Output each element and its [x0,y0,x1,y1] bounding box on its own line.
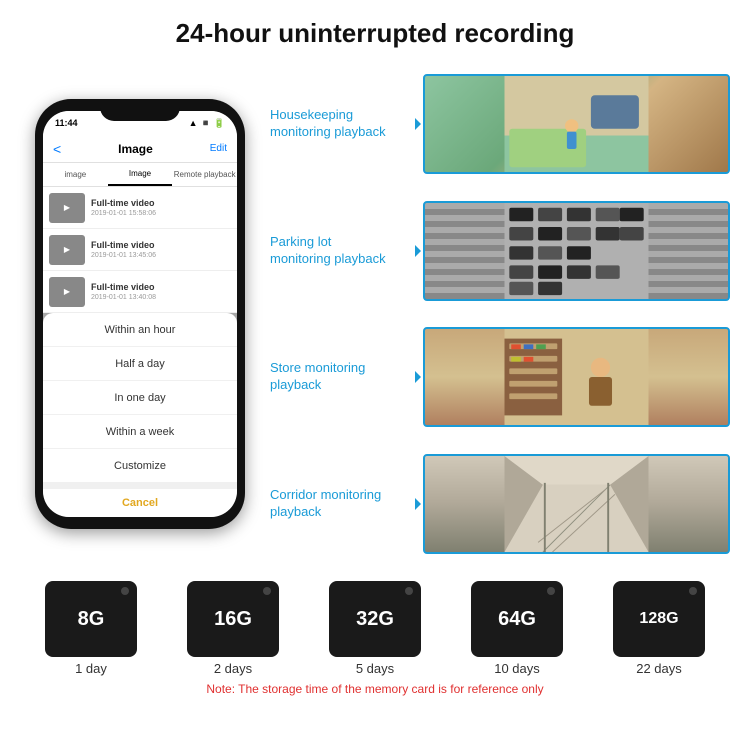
video-item-2[interactable]: Full-time video 2019-01-01 13:45:06 [43,229,237,271]
status-time: 11:44 [55,118,78,128]
video-info-3: Full-time video 2019-01-01 13:40:08 [91,282,231,301]
nav-title: Image [118,142,153,156]
sd-days-2: 2 days [214,661,252,676]
monitor-image-3 [423,327,730,427]
monitor-text-1: Housekeepingmonitoring playback [270,107,415,141]
corridor-svg [425,456,728,552]
dropdown-cancel[interactable]: Cancel [43,483,237,517]
tab-image-1[interactable]: image [43,163,108,186]
page-header: 24-hour uninterrupted recording [0,0,750,59]
monitor-text-3: Store monitoringplayback [270,360,415,394]
dropdown-item-4[interactable]: Within a week [43,415,237,449]
sd-card-size-2: 16G [214,608,252,631]
sd-card-size-5: 128G [639,610,678,628]
status-icons: ▲ ◾ 🔋 [189,118,225,129]
dropdown-overlay: Within an hour Half a day In one day Wit… [43,313,237,517]
tab-image-2[interactable]: Image [108,163,173,186]
sd-card-32g: 32G [329,581,421,657]
dropdown-item-3[interactable]: In one day [43,381,237,415]
video-date-1: 2019-01-01 15:58:06 [91,210,231,217]
video-date-3: 2019-01-01 13:40:08 [91,294,231,301]
sd-cards-row: 8G 1 day 16G 2 days 32G 5 days 64G 10 da… [20,581,730,676]
video-item-1[interactable]: Full-time video 2019-01-01 15:58:06 [43,187,237,229]
video-date-2: 2019-01-01 13:45:06 [91,252,231,259]
sd-card-64g: 64G [471,581,563,657]
monitor-row-3: Store monitoringplayback [270,322,730,432]
sd-card-size-3: 32G [356,608,394,631]
dropdown-menu: Within an hour Half a day In one day Wit… [43,313,237,517]
phone-section: 11:44 ▲ ◾ 🔋 < Image Edit image Image [20,59,260,569]
tab-remote-playback[interactable]: Remote playback [172,163,237,186]
monitor-text-4: Corridor monitoringplayback [270,487,415,521]
video-info-1: Full-time video 2019-01-01 15:58:06 [91,198,231,217]
parking-svg [425,203,728,299]
sd-card-128g: 128G [613,581,705,657]
dropdown-item-2[interactable]: Half a day [43,347,237,381]
monitor-text-2: Parking lotmonitoring playback [270,234,415,268]
monitor-label-4: Corridor monitoringplayback [270,487,415,521]
monitor-row-4: Corridor monitoringplayback [270,449,730,559]
sd-days-5: 22 days [636,661,682,676]
monitor-label-2: Parking lotmonitoring playback [270,234,415,268]
dropdown-item-1[interactable]: Within an hour [43,313,237,347]
video-title-3: Full-time video [91,282,231,292]
phone-device: 11:44 ▲ ◾ 🔋 < Image Edit image Image [35,99,245,529]
video-title-1: Full-time video [91,198,231,208]
sd-card-16g: 16G [187,581,279,657]
housekeeping-svg [425,76,728,172]
monitor-image-4 [423,454,730,554]
storage-note: Note: The storage time of the memory car… [20,682,730,696]
main-content: 11:44 ▲ ◾ 🔋 < Image Edit image Image [0,59,750,569]
sd-card-item-4: 64G 10 days [471,581,563,676]
video-thumb-2 [49,235,85,265]
page-title: 24-hour uninterrupted recording [20,18,730,49]
video-title-2: Full-time video [91,240,231,250]
sd-card-item-2: 16G 2 days [187,581,279,676]
store-svg [425,329,728,425]
sd-card-size-1: 8G [78,608,105,631]
monitor-row-2: Parking lotmonitoring playback [270,196,730,306]
dropdown-item-5[interactable]: Customize [43,449,237,483]
sd-card-8g: 8G [45,581,137,657]
phone-notch [100,99,180,121]
sd-days-4: 10 days [494,661,540,676]
video-thumb-1 [49,193,85,223]
sd-days-3: 5 days [356,661,394,676]
monitor-label-3: Store monitoringplayback [270,360,415,394]
video-item-3[interactable]: Full-time video 2019-01-01 13:40:08 [43,271,237,313]
monitor-row-1: Housekeepingmonitoring playback [270,69,730,179]
monitoring-section: Housekeepingmonitoring playback [270,59,730,569]
sd-card-item-5: 128G 22 days [613,581,705,676]
storage-section: 8G 1 day 16G 2 days 32G 5 days 64G 10 da… [0,569,750,704]
monitor-image-1 [423,74,730,174]
sd-days-1: 1 day [75,661,107,676]
video-info-2: Full-time video 2019-01-01 13:45:06 [91,240,231,259]
sd-card-item-1: 8G 1 day [45,581,137,676]
sd-card-size-4: 64G [498,608,536,631]
nav-bar: < Image Edit [43,135,237,163]
monitor-image-2 [423,201,730,301]
nav-back-button[interactable]: < [53,141,61,157]
tab-row: image Image Remote playback [43,163,237,187]
nav-edit-button[interactable]: Edit [210,143,227,154]
phone-screen: 11:44 ▲ ◾ 🔋 < Image Edit image Image [43,111,237,517]
video-thumb-3 [49,277,85,307]
sd-card-item-3: 32G 5 days [329,581,421,676]
monitor-label-1: Housekeepingmonitoring playback [270,107,415,141]
